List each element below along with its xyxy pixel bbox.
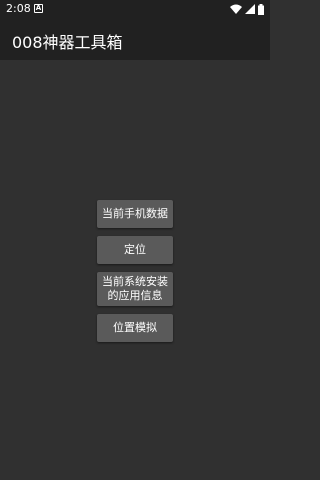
- app-bar: 008神器工具箱: [0, 18, 270, 60]
- phone-data-button[interactable]: 当前手机数据: [97, 200, 173, 228]
- signal-icon: [245, 4, 255, 14]
- main-content: 当前手机数据 定位 当前系统安装的应用信息 位置模拟: [0, 60, 270, 480]
- status-icons: [230, 3, 264, 15]
- notification-icon: A: [34, 4, 43, 13]
- battery-icon: [258, 3, 264, 15]
- installed-apps-button[interactable]: 当前系统安装的应用信息: [97, 272, 173, 306]
- mock-location-button[interactable]: 位置模拟: [97, 314, 173, 342]
- location-button[interactable]: 定位: [97, 236, 173, 264]
- app-title: 008神器工具箱: [12, 33, 123, 52]
- status-bar: 2:08 A: [0, 0, 270, 18]
- wifi-icon: [230, 4, 242, 14]
- status-time: 2:08: [6, 2, 31, 15]
